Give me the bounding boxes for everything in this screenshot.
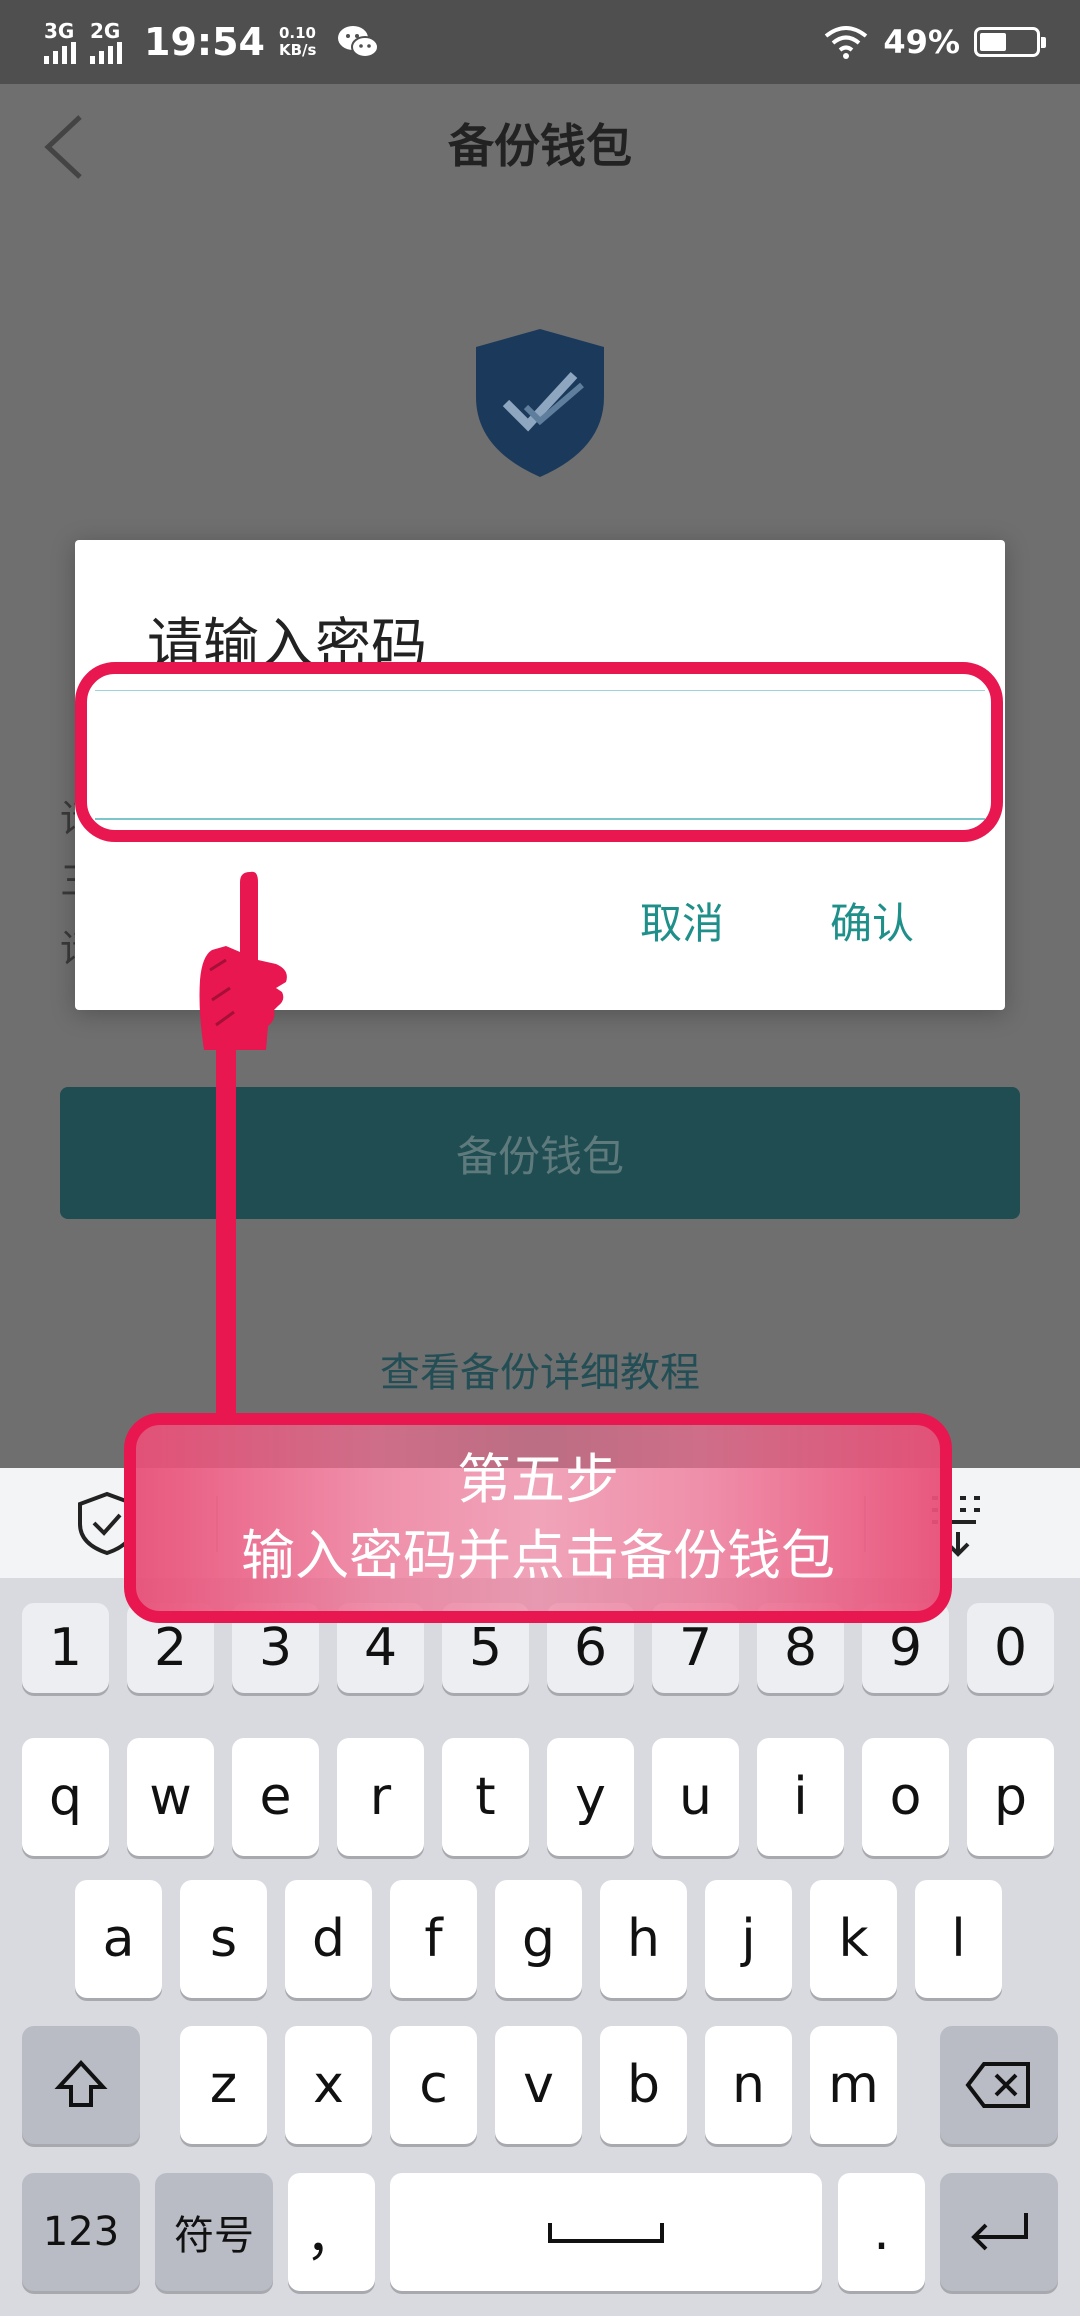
key-1[interactable]: 1 (22, 1603, 109, 1693)
signal-bars-icon (44, 42, 76, 64)
key-f[interactable]: f (390, 1880, 477, 1998)
signal-bars-icon (90, 42, 122, 64)
step-number: 第五步 (457, 1448, 619, 1511)
confirm-button[interactable]: 确认 (830, 890, 914, 951)
key-d[interactable]: d (285, 1880, 372, 1998)
signal-2g: 2G (90, 20, 122, 64)
key-c[interactable]: c (390, 2026, 477, 2144)
key-q[interactable]: q (22, 1738, 109, 1856)
wechat-icon (338, 26, 380, 58)
network-speed: 0.10 KB/s (278, 24, 317, 59)
shift-arrow-icon (54, 2060, 108, 2107)
status-bar: 3G 2G 19:54 0.10 KB/s 49% (0, 0, 1080, 84)
key-h[interactable]: h (600, 1880, 687, 1998)
key-y[interactable]: y (547, 1738, 634, 1856)
battery-percent: 49% (883, 23, 960, 61)
key-u[interactable]: u (652, 1738, 739, 1856)
page-title: 备份钱包 (448, 119, 632, 173)
key-l[interactable]: l (915, 1880, 1002, 1998)
clock: 19:54 (144, 20, 265, 64)
battery-level (980, 33, 1007, 51)
key-x[interactable]: x (285, 2026, 372, 2144)
key-a[interactable]: a (75, 1880, 162, 1998)
key-e[interactable]: e (232, 1738, 319, 1856)
key-s[interactable]: s (180, 1880, 267, 1998)
key-n[interactable]: n (705, 2026, 792, 2144)
shield-check-icon (476, 329, 604, 477)
key-j[interactable]: j (705, 1880, 792, 1998)
key-t[interactable]: t (442, 1738, 529, 1856)
key-r[interactable]: r (337, 1738, 424, 1856)
key-0[interactable]: 0 (967, 1603, 1054, 1693)
key-p[interactable]: p (967, 1738, 1054, 1856)
backup-tutorial-link[interactable]: 查看备份详细教程 (0, 1340, 1080, 1398)
key-z[interactable]: z (180, 2026, 267, 2144)
input-highlight-frame (75, 662, 1003, 842)
step-instruction: 输入密码并点击备份钱包 (241, 1524, 835, 1587)
key-o[interactable]: o (862, 1738, 949, 1856)
shift-key[interactable] (22, 2026, 140, 2144)
space-key[interactable] (390, 2173, 822, 2291)
period-key[interactable]: . (838, 2173, 925, 2291)
cancel-button[interactable]: 取消 (640, 890, 724, 951)
enter-key[interactable] (940, 2173, 1058, 2291)
key-v[interactable]: v (495, 2026, 582, 2144)
key-m[interactable]: m (810, 2026, 897, 2144)
numbers-mode-key[interactable]: 123 (22, 2173, 140, 2291)
signal-3g: 3G (44, 20, 76, 64)
key-b[interactable]: b (600, 2026, 687, 2144)
space-bar-icon (548, 2223, 664, 2243)
backspace-icon (965, 2062, 1030, 2108)
key-i[interactable]: i (757, 1738, 844, 1856)
step-tip-banner: 第五步 输入密码并点击备份钱包 (124, 1413, 952, 1623)
comma-key[interactable]: ， (288, 2173, 375, 2291)
symbols-key[interactable]: 符号 (155, 2173, 273, 2291)
enter-arrow-icon (971, 2213, 1028, 2251)
backspace-key[interactable] (940, 2026, 1058, 2144)
key-g[interactable]: g (495, 1880, 582, 1998)
key-k[interactable]: k (810, 1880, 897, 1998)
pointing-hand-icon (199, 871, 287, 1420)
key-w[interactable]: w (127, 1738, 214, 1856)
battery-icon (974, 27, 1046, 57)
wifi-icon (825, 26, 868, 59)
